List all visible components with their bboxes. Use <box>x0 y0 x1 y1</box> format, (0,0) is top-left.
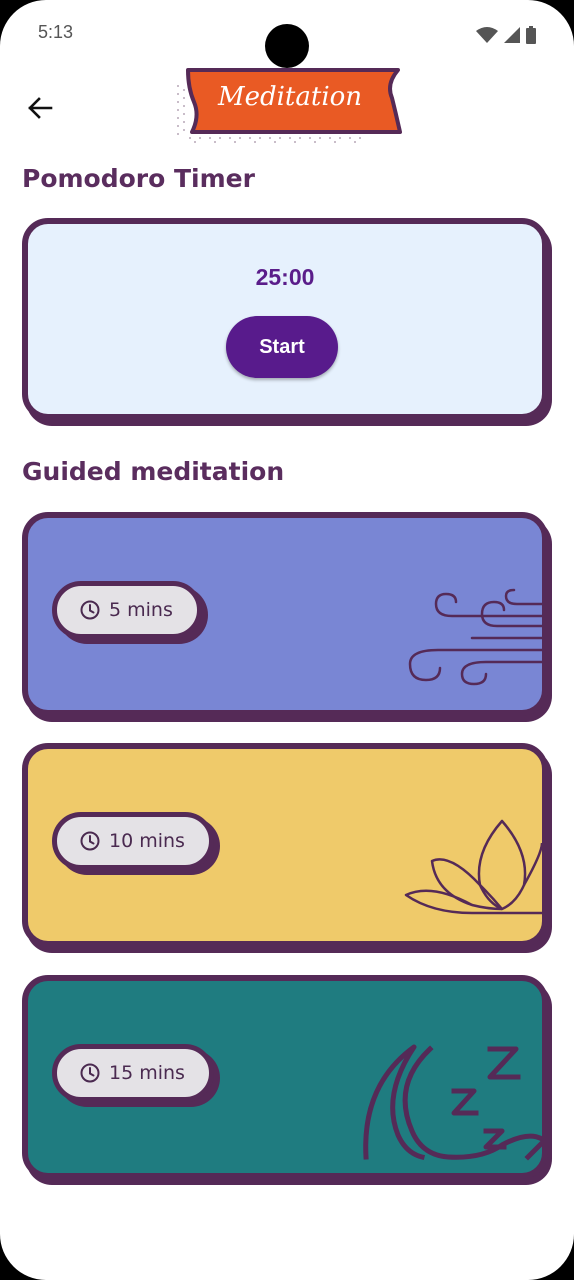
meditation-card-15[interactable]: 15 mins <box>22 975 548 1179</box>
lotus-icon <box>404 819 542 915</box>
pomodoro-section-title: Pomodoro Timer <box>22 164 255 193</box>
duration-label: 15 mins <box>109 1062 185 1084</box>
wifi-icon <box>476 27 498 43</box>
start-button[interactable]: Start <box>226 316 338 378</box>
duration-label: 10 mins <box>109 830 185 852</box>
back-button[interactable] <box>20 88 60 128</box>
clock-icon <box>80 831 100 851</box>
sleep-moon-icon <box>363 1044 542 1161</box>
meditation-card-10[interactable]: 10 mins <box>22 743 548 947</box>
duration-pill: 5 mins <box>52 581 202 639</box>
signal-icon <box>504 27 520 43</box>
battery-icon <box>526 26 536 44</box>
meditation-card-5[interactable]: 5 mins <box>22 512 548 716</box>
app-screen: 5:13 Meditation Pomodoro Timer 25:00 Sta… <box>0 0 574 1280</box>
clock-icon <box>80 600 100 620</box>
status-time: 5:13 <box>38 22 74 42</box>
duration-label: 5 mins <box>109 599 173 621</box>
duration-pill: 10 mins <box>52 812 214 870</box>
wind-icon <box>408 588 542 686</box>
guided-section-title: Guided meditation <box>22 457 285 486</box>
arrow-left-icon <box>28 97 53 119</box>
timer-display: 25:00 <box>255 264 315 290</box>
title-banner: Meditation <box>170 64 410 148</box>
status-icons <box>476 26 536 44</box>
page-title: Meditation <box>217 82 363 112</box>
camera-cutout <box>265 24 309 68</box>
duration-pill: 15 mins <box>52 1044 214 1102</box>
pomodoro-card: 25:00 Start <box>22 218 548 420</box>
clock-icon <box>80 1063 100 1083</box>
